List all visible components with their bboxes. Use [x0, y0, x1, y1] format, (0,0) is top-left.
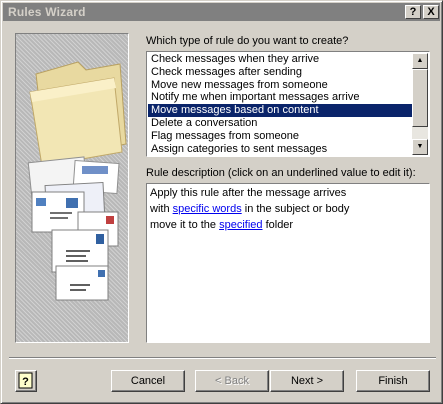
description-line-3-suffix: folder [262, 219, 294, 231]
description-line-3: move it to the specified folder [150, 219, 293, 231]
next-label: Next > [290, 375, 324, 387]
button-separator [9, 357, 436, 359]
specified-folder-link[interactable]: specified [219, 219, 262, 231]
finish-label: Finish [378, 375, 408, 387]
rule-list-scrollbar[interactable]: ▲ ▼ [412, 53, 428, 155]
rule-type-item[interactable]: Assign categories to sent messages [148, 143, 412, 156]
wizard-illustration [15, 33, 129, 343]
folder-icon [29, 61, 127, 167]
rule-type-item[interactable]: Delete a conversation [148, 117, 412, 130]
scroll-thumb[interactable] [412, 69, 428, 127]
finish-button[interactable]: Finish [356, 370, 430, 392]
close-button[interactable]: X [423, 5, 439, 19]
cancel-button[interactable]: Cancel [111, 370, 185, 392]
help-button[interactable]: ? [15, 370, 37, 392]
rule-type-item[interactable]: Check messages after sending [148, 66, 412, 79]
description-line-2: with specific words in the subject or bo… [150, 203, 349, 215]
envelope-icons [27, 156, 120, 301]
rule-type-item[interactable]: Notify me when important messages arrive [148, 91, 412, 104]
svg-text:?: ? [22, 376, 29, 388]
help-icon: ? [18, 372, 33, 389]
folder-and-envelopes-illustration [27, 61, 127, 301]
rule-description-prompt: Rule description (click on an underlined… [146, 167, 416, 179]
rule-type-prompt: Which type of rule do you want to create… [146, 35, 349, 47]
rule-description-box: Apply this rule after the message arrive… [146, 183, 430, 343]
rule-type-items: Check messages when they arrive Check mes… [148, 53, 412, 155]
description-line-2-suffix: in the subject or body [241, 203, 350, 215]
rule-type-item[interactable]: Flag messages from someone [148, 130, 412, 143]
title-bar[interactable]: Rules Wizard ? X [3, 3, 440, 21]
back-button[interactable]: < Back [195, 370, 269, 392]
window-title: Rules Wizard [8, 5, 86, 19]
rule-type-item[interactable]: Move new messages from someone [148, 79, 412, 92]
arrow-up-icon: ▲ [416, 57, 424, 64]
description-line-3-prefix: move it to the [150, 219, 220, 231]
arrow-down-icon: ▼ [416, 143, 424, 150]
rule-type-listbox[interactable]: Check messages when they arrive Check mes… [146, 51, 430, 157]
title-help-button[interactable]: ? [405, 5, 421, 19]
specific-words-link[interactable]: specific words [173, 203, 242, 215]
rule-type-item[interactable]: Move messages based on content [148, 104, 412, 117]
scroll-up-button[interactable]: ▲ [412, 53, 428, 69]
description-line-1: Apply this rule after the message arrive… [150, 187, 347, 199]
close-icon: X [427, 6, 435, 18]
help-label: ? [409, 6, 417, 18]
cancel-label: Cancel [130, 375, 166, 387]
next-button[interactable]: Next > [270, 370, 344, 392]
rule-type-item[interactable]: Check messages when they arrive [148, 53, 412, 66]
scroll-down-button[interactable]: ▼ [412, 139, 428, 155]
description-line-2-prefix: with [150, 203, 173, 215]
rules-wizard-dialog: Rules Wizard ? X Which type of rule do y… [0, 0, 443, 404]
back-label: < Back [215, 375, 249, 387]
